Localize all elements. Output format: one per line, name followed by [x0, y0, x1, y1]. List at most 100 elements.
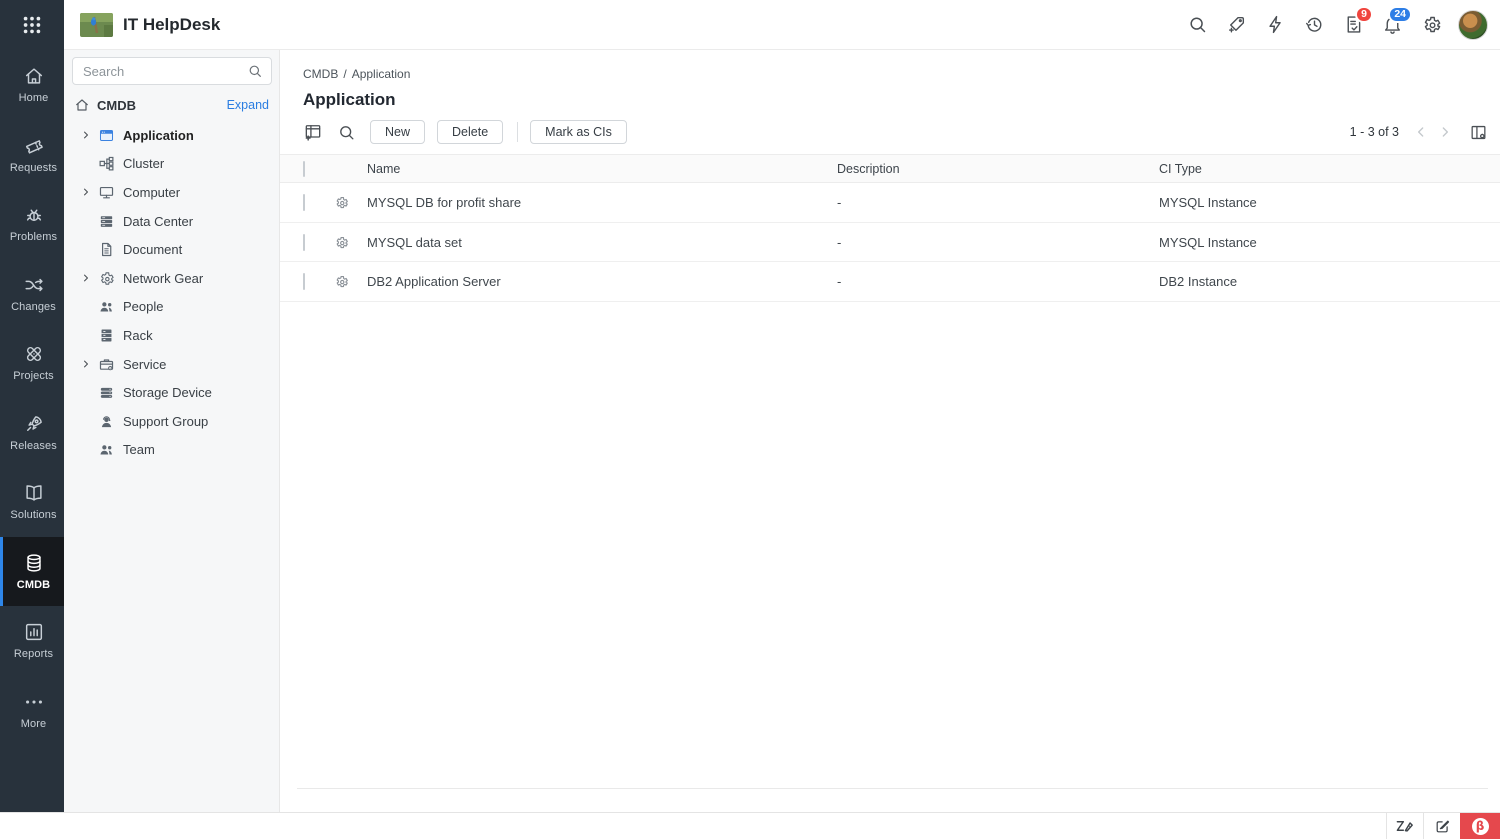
breadcrumb: CMDB / Application: [303, 67, 1500, 81]
approvals-badge: 9: [1355, 6, 1373, 23]
tree-item-storage-device[interactable]: Storage Device: [64, 378, 279, 407]
pagination: 1 - 3 of 3: [1350, 123, 1488, 142]
next-page-icon[interactable]: [1437, 124, 1453, 140]
nav-item-problems[interactable]: Problems: [0, 189, 64, 259]
tree-item-rack[interactable]: Rack: [64, 321, 279, 350]
primary-nav: Home Requests Problems Changes Projects …: [0, 50, 64, 745]
home-icon: [23, 65, 45, 87]
tree-item-document[interactable]: Document: [64, 235, 279, 264]
select-all-checkbox[interactable]: [303, 161, 305, 177]
tree-item-team[interactable]: Team: [64, 436, 279, 465]
tree-item-data-center[interactable]: Data Center: [64, 207, 279, 236]
table-row[interactable]: MYSQL data set - MYSQL Instance: [280, 223, 1500, 263]
tree-item-support-group[interactable]: Support Group: [64, 407, 279, 436]
gear-outline-icon: [98, 270, 115, 287]
approvals-icon[interactable]: 9: [1341, 13, 1365, 37]
ci-type-tree: Application Cluster Computer Data Center: [64, 121, 279, 464]
cell-ci-type: DB2 Instance: [1159, 274, 1500, 289]
tree-item-computer[interactable]: Computer: [64, 178, 279, 207]
tree-item-label: Cluster: [123, 156, 164, 171]
book-icon: [23, 482, 45, 504]
column-header-ci-type[interactable]: CI Type: [1159, 162, 1500, 176]
feedback-edit-icon[interactable]: [1423, 813, 1460, 839]
view-title: Application: [303, 90, 1500, 110]
nav-item-releases[interactable]: Releases: [0, 398, 64, 468]
people-icon: [98, 441, 115, 458]
tree-item-application[interactable]: Application: [64, 121, 279, 150]
nav-item-reports[interactable]: Reports: [0, 606, 64, 676]
briefcase-gear-icon: [98, 356, 115, 373]
tree-item-cluster[interactable]: Cluster: [64, 150, 279, 179]
previous-page-icon[interactable]: [1413, 124, 1429, 140]
nav-label: Solutions: [10, 509, 56, 521]
nav-label: Reports: [14, 648, 53, 660]
beta-button[interactable]: β: [1460, 813, 1500, 839]
home-icon: [74, 97, 90, 113]
column-header-description[interactable]: Description: [837, 162, 1159, 176]
tree-item-label: Document: [123, 242, 182, 257]
cell-description: -: [837, 235, 1159, 250]
nav-label: Releases: [10, 440, 57, 452]
expand-link[interactable]: Expand: [227, 98, 269, 112]
nav-item-cmdb[interactable]: CMDB: [0, 537, 64, 607]
nav-label: Changes: [11, 301, 56, 313]
cell-ci-type: MYSQL Instance: [1159, 235, 1500, 250]
search-icon[interactable]: [1185, 13, 1209, 37]
nav-item-requests[interactable]: Requests: [0, 120, 64, 190]
breadcrumb-root[interactable]: CMDB: [303, 67, 338, 81]
zia-icon[interactable]: [1386, 813, 1423, 839]
rack-icon: [98, 327, 115, 344]
cmdb-tree-panel: CMDB Expand Application Cluster Computer: [64, 50, 280, 812]
row-checkbox[interactable]: [303, 234, 305, 251]
tree-item-label: People: [123, 299, 163, 314]
row-checkbox[interactable]: [303, 273, 305, 290]
bell-icon[interactable]: 24: [1380, 13, 1404, 37]
cell-name[interactable]: MYSQL data set: [367, 235, 837, 250]
chevron-right-icon[interactable]: [78, 359, 94, 369]
bottom-bar: β: [0, 812, 1500, 839]
cmdb-root-row[interactable]: CMDB Expand: [74, 97, 269, 113]
nav-item-projects[interactable]: Projects: [0, 328, 64, 398]
table-row[interactable]: MYSQL DB for profit share - MYSQL Instan…: [280, 183, 1500, 223]
column-settings-icon[interactable]: [1469, 123, 1488, 142]
search-icon[interactable]: [337, 123, 356, 142]
table-row[interactable]: DB2 Application Server - DB2 Instance: [280, 262, 1500, 302]
chevron-right-icon[interactable]: [78, 187, 94, 197]
nav-item-more[interactable]: More: [0, 676, 64, 746]
tree-item-service[interactable]: Service: [64, 350, 279, 379]
cell-name[interactable]: DB2 Application Server: [367, 274, 837, 289]
settings-gear-icon[interactable]: [1419, 13, 1443, 37]
table-add-icon[interactable]: [303, 122, 323, 142]
app-switcher-icon[interactable]: [0, 0, 64, 50]
page-count: 1 - 3 of 3: [1350, 125, 1399, 139]
tree-item-label: Application: [123, 128, 194, 143]
nav-item-solutions[interactable]: Solutions: [0, 467, 64, 537]
tree-item-label: Team: [123, 442, 155, 457]
ticket-icon: [23, 135, 45, 157]
nav-item-home[interactable]: Home: [0, 50, 64, 120]
toolbar-divider: [517, 122, 518, 142]
document-icon: [98, 241, 115, 258]
people-icon: [98, 298, 115, 315]
chart-icon: [23, 621, 45, 643]
user-avatar[interactable]: [1458, 10, 1488, 40]
row-actions-gear-icon[interactable]: [334, 274, 367, 289]
beta-badge: β: [1472, 818, 1489, 835]
chevron-right-icon[interactable]: [78, 273, 94, 283]
row-actions-gear-icon[interactable]: [334, 235, 367, 250]
column-header-name[interactable]: Name: [367, 162, 837, 176]
new-button[interactable]: New: [370, 120, 425, 144]
chevron-right-icon[interactable]: [78, 130, 94, 140]
mark-as-cis-button[interactable]: Mark as CIs: [530, 120, 627, 144]
tree-item-network-gear[interactable]: Network Gear: [64, 264, 279, 293]
row-actions-gear-icon[interactable]: [334, 195, 367, 210]
nav-item-changes[interactable]: Changes: [0, 259, 64, 329]
delete-button[interactable]: Delete: [437, 120, 503, 144]
zap-icon[interactable]: [1263, 13, 1287, 37]
row-checkbox[interactable]: [303, 194, 305, 211]
tree-search-input[interactable]: [72, 57, 272, 85]
tree-item-people[interactable]: People: [64, 293, 279, 322]
cell-name[interactable]: MYSQL DB for profit share: [367, 195, 837, 210]
tag-add-icon[interactable]: [1224, 13, 1248, 37]
history-icon[interactable]: [1302, 13, 1326, 37]
